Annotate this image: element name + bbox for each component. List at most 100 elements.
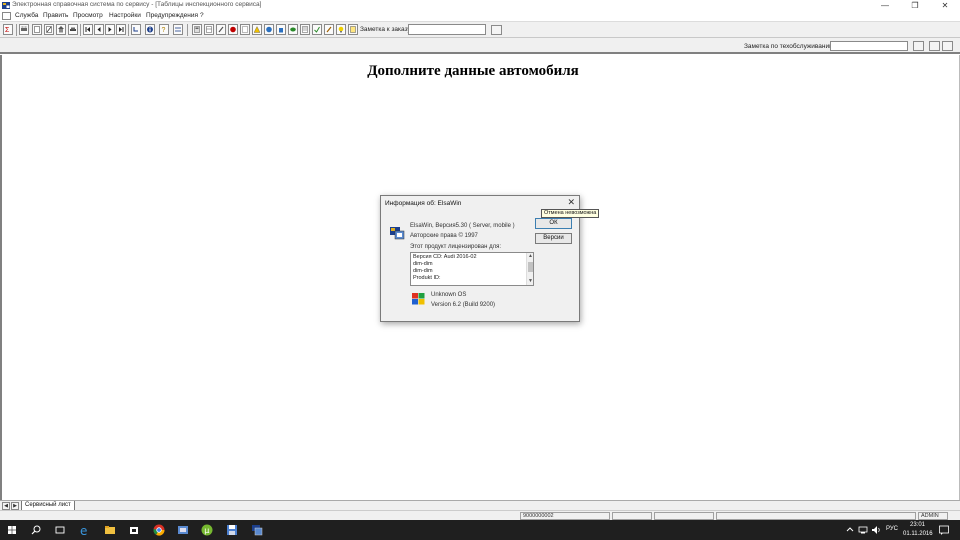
status-field-empty	[654, 512, 714, 520]
os-version-text: Version 6.2 (Build 9200)	[431, 302, 496, 308]
scroll-up-icon[interactable]: ▲	[528, 253, 533, 259]
tech-note-label: Заметка по техобслуживанию:	[744, 43, 836, 50]
tech-note-edit-icon[interactable]	[913, 41, 924, 51]
elsawin-app-icon	[2, 2, 10, 9]
order-note-input[interactable]	[408, 24, 486, 35]
status-bar: 9000000002 ADMIN	[0, 510, 960, 520]
elsawin-logo-icon	[390, 227, 405, 240]
license-line: Produkt ID:	[413, 275, 441, 281]
wrench-icon[interactable]	[216, 24, 226, 35]
dialog-title: Информация об: ElsaWin	[385, 200, 462, 207]
edge-browser-icon[interactable]: e	[78, 523, 92, 537]
page-heading: Дополните данные автомобиля	[367, 63, 579, 79]
tray-chevron-up-icon[interactable]	[845, 525, 855, 535]
lightbulb-icon[interactable]	[336, 24, 346, 35]
licensed-label: Этот продукт лицензирован для:	[410, 244, 502, 250]
new-document-icon[interactable]	[32, 24, 42, 35]
clock-time[interactable]: 23:01	[910, 522, 925, 528]
menu-item-view[interactable]: Просмотр	[73, 12, 103, 19]
home-icon[interactable]	[56, 24, 66, 35]
photos-app-icon[interactable]	[176, 523, 190, 537]
volume-icon[interactable]	[871, 525, 881, 535]
tech-note-input[interactable]	[830, 41, 908, 51]
exit-icon[interactable]	[348, 24, 358, 35]
copyright-text: Авторские права © 1997	[410, 233, 478, 239]
order-note-edit-icon[interactable]	[491, 25, 502, 35]
calculator-icon[interactable]	[192, 24, 202, 35]
sum-icon[interactable]: Σ	[3, 24, 13, 35]
close-button[interactable]: ✕	[930, 0, 960, 11]
system-menu-icon[interactable]	[2, 12, 11, 20]
scroll-thumb[interactable]	[528, 262, 533, 272]
leaf-icon[interactable]	[288, 24, 298, 35]
tab-prev-icon[interactable]: ◀	[2, 502, 10, 510]
help-icon[interactable]: ?	[159, 24, 169, 35]
globe-icon[interactable]	[264, 24, 274, 35]
license-line: dim-dim	[413, 268, 433, 274]
svg-text:e: e	[80, 524, 87, 537]
tech-note-list-icon[interactable]	[929, 41, 940, 51]
list-icon[interactable]	[300, 24, 310, 35]
menu-item-warnings[interactable]: Предупреждения	[146, 12, 198, 19]
status-field-empty	[612, 512, 652, 520]
start-windows-icon[interactable]	[5, 523, 19, 537]
sheet-tab-bar: ◀ ▶ Сервисный лист	[0, 500, 960, 511]
scroll-down-icon[interactable]: ▼	[528, 278, 533, 284]
network-icon[interactable]	[858, 525, 868, 535]
clock-date[interactable]: 01.11.2016	[903, 531, 933, 537]
os-name-text: Unknown OS	[431, 292, 467, 298]
license-listbox[interactable]: Версия CD: Audi 2016-02 dim-dim dim-dim …	[410, 252, 534, 286]
task-view-icon[interactable]	[53, 523, 67, 537]
dialog-close-button[interactable]: ✕	[567, 197, 575, 208]
ok-button[interactable]: ОК	[535, 218, 572, 229]
next-page-icon[interactable]	[105, 24, 115, 35]
menu-bar: Служба Править Просмотр Настройки Предуп…	[0, 11, 960, 21]
stop-icon[interactable]	[228, 24, 238, 35]
license-scrollbar[interactable]: ▲ ▼	[526, 253, 533, 285]
svg-text:?: ?	[162, 27, 166, 33]
check-icon[interactable]	[312, 24, 322, 35]
pencil-icon[interactable]	[324, 24, 334, 35]
minimize-button[interactable]: —	[870, 0, 900, 11]
print-icon[interactable]	[19, 24, 29, 35]
page-icon[interactable]	[240, 24, 250, 35]
license-line: Версия CD: Audi 2016-02	[413, 254, 477, 260]
store-icon[interactable]	[127, 523, 141, 537]
title-bar: Электронная справочная система по сервис…	[0, 0, 960, 11]
table-icon[interactable]	[204, 24, 214, 35]
chrome-icon[interactable]	[152, 523, 166, 537]
menu-item-edit[interactable]: Править	[43, 12, 68, 19]
car-icon[interactable]	[68, 24, 78, 35]
save-disk-icon[interactable]	[225, 523, 239, 537]
maximize-button[interactable]: ❐	[900, 0, 930, 11]
undo-tooltip: Отмена невозможна	[541, 209, 600, 218]
jump-back-icon[interactable]	[131, 24, 141, 35]
swap-icon[interactable]	[173, 24, 183, 35]
status-field-empty	[716, 512, 916, 520]
first-page-icon[interactable]	[83, 24, 93, 35]
windows-logo-icon	[412, 293, 425, 305]
window-title: Электронная справочная система по сервис…	[12, 1, 262, 8]
utorrent-icon[interactable]: µ	[200, 523, 214, 537]
last-page-icon[interactable]	[116, 24, 126, 35]
file-explorer-icon[interactable]	[103, 523, 117, 537]
notifications-icon[interactable]	[938, 524, 950, 536]
menu-item-help[interactable]: ?	[200, 12, 204, 19]
menu-item-settings[interactable]: Настройки	[109, 12, 141, 19]
search-icon[interactable]	[29, 523, 43, 537]
menu-item-service[interactable]: Служба	[15, 12, 38, 19]
previous-page-icon[interactable]	[94, 24, 104, 35]
warning-icon[interactable]	[252, 24, 262, 35]
status-order-number: 9000000002	[520, 512, 610, 520]
versions-button[interactable]: Версии	[535, 233, 572, 244]
svg-text:Σ: Σ	[5, 27, 10, 33]
license-line: dim-dim	[413, 261, 433, 267]
product-version-text: ElsaWin, Версия5.30 ( Server, mobile )	[410, 223, 515, 229]
edit-document-icon[interactable]	[44, 24, 54, 35]
bucket-icon[interactable]	[276, 24, 286, 35]
tech-note-save-icon[interactable]	[942, 41, 953, 51]
elsawin-taskbar-icon[interactable]	[250, 523, 264, 537]
tab-next-icon[interactable]: ▶	[11, 502, 19, 510]
input-language[interactable]: РУС	[886, 526, 898, 532]
info-icon[interactable]	[145, 24, 155, 35]
